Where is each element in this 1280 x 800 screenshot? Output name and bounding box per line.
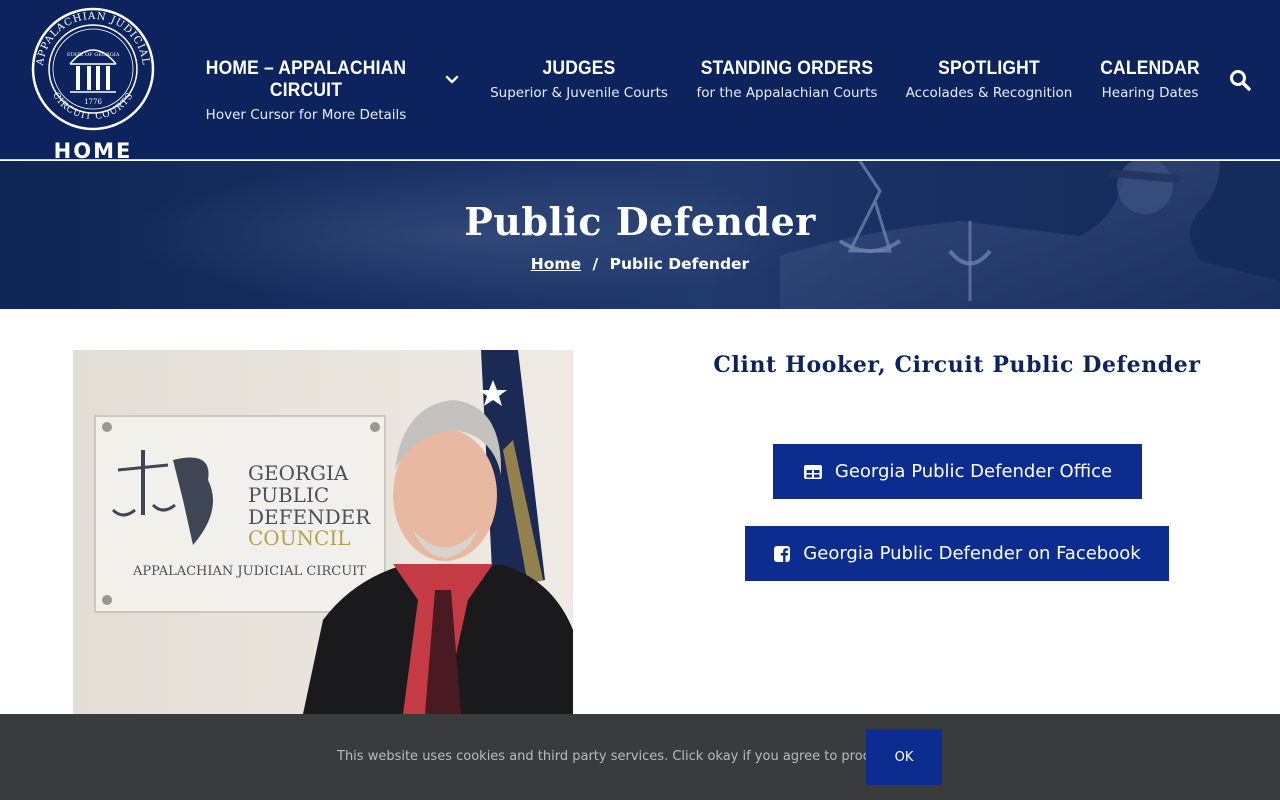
logo-home-label: HOME — [53, 139, 133, 163]
defender-heading: Clint Hooker, Circuit Public Defender — [713, 352, 1201, 378]
facebook-icon — [774, 545, 791, 562]
page-hero-banner: Public Defender Home / Public Defender — [0, 161, 1280, 309]
breadcrumb: Home / Public Defender — [0, 255, 1280, 273]
breadcrumb-separator: / — [592, 255, 599, 273]
cookie-ok-button[interactable]: OK — [866, 729, 942, 785]
public-defender-photo: GEORGIA PUBLIC DEFENDER COUNCIL APPALACH… — [73, 350, 573, 714]
nav-title: JUDGES — [542, 58, 616, 79]
page-title: Public Defender — [464, 199, 816, 244]
nav-subtitle: Hover Cursor for More Details — [205, 107, 407, 123]
nav-standing-orders[interactable]: STANDING ORDERS for the Appalachian Cour… — [690, 58, 884, 103]
nav-title: CALENDAR — [1100, 58, 1200, 79]
svg-text:APPALACHIAN JUDICIAL: APPALACHIAN JUDICIAL — [35, 11, 151, 67]
chevron-down-icon[interactable] — [444, 72, 460, 88]
state-seal-logo: APPALACHIAN JUDICIAL CIRCUIT COURTS 1776… — [31, 7, 155, 131]
nav-title: STANDING ORDERS — [700, 58, 874, 79]
sign-line-2: PUBLIC — [248, 483, 329, 507]
nav-spotlight[interactable]: SPOTLIGHT Accolades & Recognition — [898, 58, 1080, 103]
nav-home-appalachian-circuit[interactable]: HOME – APPALACHIAN CIRCUIT Hover Cursor … — [168, 58, 444, 125]
nav-subtitle: Hearing Dates — [1101, 85, 1199, 101]
cookie-consent-bar: This website uses cookies and third part… — [0, 714, 1280, 800]
nav-subtitle: for the Appalachian Courts — [696, 85, 878, 101]
button-label: Georgia Public Defender on Facebook — [803, 543, 1141, 564]
button-label: Georgia Public Defender Office — [834, 461, 1113, 482]
site-header: APPALACHIAN JUDICIAL CIRCUIT COURTS 1776… — [0, 0, 1280, 163]
nav-subtitle: Superior & Juvenile Courts — [490, 85, 668, 101]
sign-line-1: GEORGIA — [248, 461, 349, 485]
breadcrumb-home-link[interactable]: Home — [531, 255, 581, 273]
search-icon[interactable] — [1228, 68, 1252, 92]
table-icon — [803, 464, 822, 479]
nav-title: HOME – APPALACHIAN CIRCUIT — [205, 58, 407, 101]
sign-line-4: COUNCIL — [248, 526, 351, 550]
sign-line-5: APPALACHIAN JUDICIAL CIRCUIT — [132, 564, 366, 579]
nav-title: SPOTLIGHT — [938, 58, 1040, 79]
nav-calendar[interactable]: CALENDAR Hearing Dates — [1094, 58, 1206, 103]
nav-subtitle: Accolades & Recognition — [905, 85, 1073, 101]
public-defender-office-button[interactable]: Georgia Public Defender Office — [773, 444, 1142, 499]
seal-ring-text-top: APPALACHIAN JUDICIAL — [35, 11, 150, 67]
nav-judges[interactable]: JUDGES Superior & Juvenile Courts — [486, 58, 672, 103]
public-defender-facebook-button[interactable]: Georgia Public Defender on Facebook — [745, 526, 1169, 581]
breadcrumb-current: Public Defender — [609, 255, 750, 273]
home-logo-link[interactable]: APPALACHIAN JUDICIAL CIRCUIT COURTS 1776… — [28, 6, 158, 163]
seal-year: 1776 — [84, 98, 102, 106]
cookie-message: This website uses cookies and third part… — [337, 749, 899, 764]
seal-inner-text: STATE OF GEORGIA — [67, 52, 120, 58]
